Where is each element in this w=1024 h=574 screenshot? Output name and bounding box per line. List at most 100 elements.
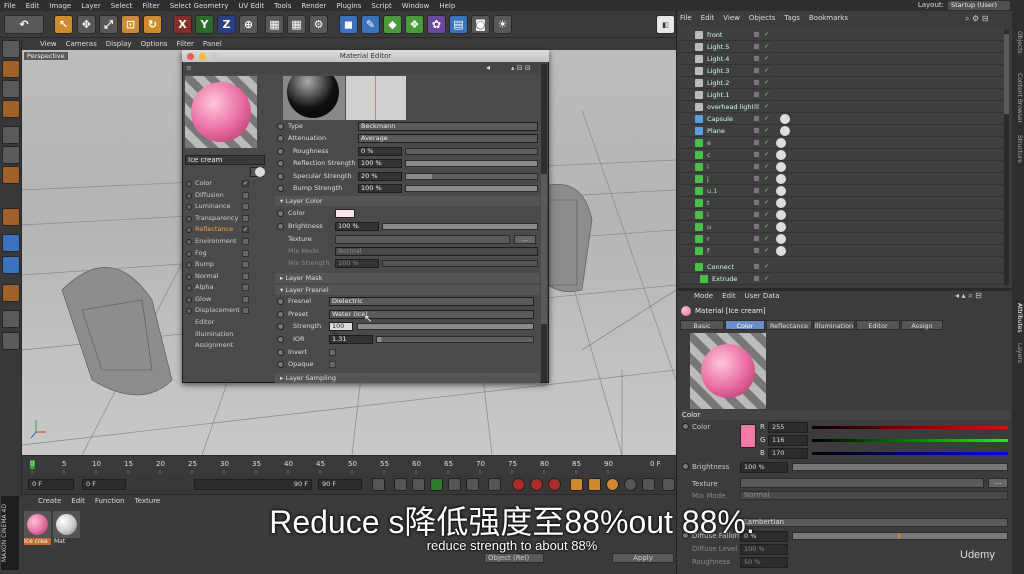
menu-edit[interactable]: Edit [26,2,40,10]
make-editable-icon[interactable] [2,40,20,58]
viewport-menu-filter[interactable]: Filter [177,40,194,48]
x-axis-icon[interactable]: X [173,15,192,34]
viewport-menu-display[interactable]: Display [106,40,132,48]
viewport-menu-options[interactable]: Options [141,40,168,48]
material-name-field[interactable]: Ice cream [185,155,265,165]
specular-strength-field[interactable]: 20 % [358,172,402,181]
coordinate-system-icon[interactable]: ⊕ [239,15,258,34]
invert-checkbox[interactable] [329,349,336,356]
material-tag-icon[interactable] [776,174,786,184]
prev-key-icon[interactable] [394,478,407,491]
rotate-icon[interactable]: ↻ [143,15,162,34]
enabled-check-icon[interactable]: ✓ [764,66,770,74]
menu-help[interactable]: Help [439,2,455,10]
enabled-check-icon[interactable]: ✓ [764,186,770,194]
channel-checkbox[interactable]: ✓ [242,226,249,233]
floor-icon[interactable]: ▤ [449,15,468,34]
attr-menu-mode[interactable]: Mode [694,292,713,300]
menu-file[interactable]: File [4,2,16,10]
layer-color-swatch[interactable] [335,209,355,218]
channel-checkbox[interactable] [242,203,249,210]
g-slider[interactable] [812,439,1008,442]
vtab-layers[interactable]: Layers [1013,343,1023,363]
material-tag-icon[interactable] [776,210,786,220]
reflection-strength-field[interactable]: 100 % [358,159,402,168]
viewport-menu-cameras[interactable]: Cameras [66,40,97,48]
menu-toggle-icon[interactable]: ≡ [186,64,192,72]
cube-icon[interactable]: ◼ [339,15,358,34]
end-frame-field[interactable]: 90 F [318,479,362,490]
lock-workplane-icon[interactable] [2,310,20,328]
object-list-scrollbar[interactable] [1004,30,1009,285]
rotation-key-icon[interactable] [606,478,619,491]
enabled-check-icon[interactable]: ✓ [764,162,770,170]
tab-assign[interactable]: Assign [901,320,943,330]
object-row[interactable]: Plane ✓ [680,125,1004,137]
tab-editor[interactable]: Editor [856,320,900,330]
b-value-field[interactable]: 170 [768,448,808,459]
menu-image[interactable]: Image [49,2,71,10]
channel-assignment[interactable]: Assignment [184,341,250,351]
current-frame-field[interactable]: 0 F [82,479,126,490]
object-row[interactable]: i ✓ [680,161,1004,173]
zoom-icon[interactable] [211,53,218,60]
ior-field[interactable]: 1.31 [329,335,373,344]
object-row[interactable]: f ✓ [680,245,1004,257]
b-slider[interactable] [812,452,1008,455]
visibility-icon[interactable] [753,91,760,98]
tab-reflectance[interactable]: Reflectance [766,320,812,330]
object-manager-tools-icon[interactable]: ⌕ ⚙ ⊟ [965,14,988,24]
visibility-icon[interactable] [753,139,760,146]
visibility-icon[interactable] [753,175,760,182]
material-preview[interactable] [185,76,257,148]
obj-menu-objects[interactable]: Objects [749,14,775,22]
visibility-icon[interactable] [753,67,760,74]
anim-dot-icon[interactable] [277,173,284,180]
anim-dot-icon[interactable] [682,423,689,430]
workplane-icon[interactable] [2,100,20,118]
viewport-menu-panel[interactable]: Panel [203,40,222,48]
channel-checkbox[interactable] [242,261,249,268]
enabled-check-icon[interactable]: ✓ [764,102,770,110]
channel-diffusion[interactable]: Diffusion [184,191,250,201]
fresnel-strength-field[interactable]: 100 % [329,322,353,337]
enabled-check-icon[interactable]: ✓ [764,246,770,254]
obj-menu-view[interactable]: View [723,14,740,22]
object-row[interactable]: Capsule ✓ [680,113,1004,125]
material-options-icon[interactable] [255,167,265,177]
roughness-field[interactable]: 0 % [358,147,402,156]
channel-checkbox[interactable]: ✓ [242,180,249,187]
specular-strength-slider[interactable] [405,173,538,180]
viewport-menu-view[interactable]: View [40,40,57,48]
material-tag-icon[interactable] [776,138,786,148]
tab-color[interactable]: Color [725,320,765,330]
bump-strength-slider[interactable] [405,185,538,192]
channel-reflectance[interactable]: Reflectance ✓ [184,225,250,235]
vtab-structure[interactable]: Structure [1013,135,1023,163]
enabled-check-icon[interactable]: ✓ [764,222,770,230]
visibility-icon[interactable] [753,263,760,270]
enabled-check-icon[interactable]: ✓ [764,198,770,206]
anim-dot-icon[interactable] [277,210,284,217]
visibility-icon[interactable] [753,163,760,170]
obj-menu-bookmarks[interactable]: Bookmarks [809,14,848,22]
attr-brightness-field[interactable]: 100 % [740,462,788,473]
prev-frame-icon[interactable] [412,478,425,491]
deformer-icon[interactable]: ✿ [427,15,446,34]
object-row[interactable]: Light.4 ✓ [680,53,1004,65]
menu-select[interactable]: Select [111,2,133,10]
object-row[interactable]: Connect ✓ [680,261,1004,273]
anim-dot-icon[interactable] [277,223,284,230]
attribute-nav-icons[interactable]: ◂ ▴ ⌕ ⊟ [955,291,982,301]
anim-dot-icon[interactable] [277,361,284,368]
snap-icon[interactable] [2,256,20,274]
reflection-strength-slider[interactable] [405,160,538,167]
next-key-icon[interactable] [466,478,479,491]
layer-brightness-field[interactable]: 100 % [335,222,379,231]
enabled-check-icon[interactable]: ✓ [764,210,770,218]
next-frame-icon[interactable] [448,478,461,491]
scale-tool-icon[interactable]: ⊡ [121,15,140,34]
object-row[interactable]: Light.3 ✓ [680,65,1004,77]
channel-checkbox[interactable] [242,307,249,314]
menu-layer[interactable]: Layer [81,2,101,10]
